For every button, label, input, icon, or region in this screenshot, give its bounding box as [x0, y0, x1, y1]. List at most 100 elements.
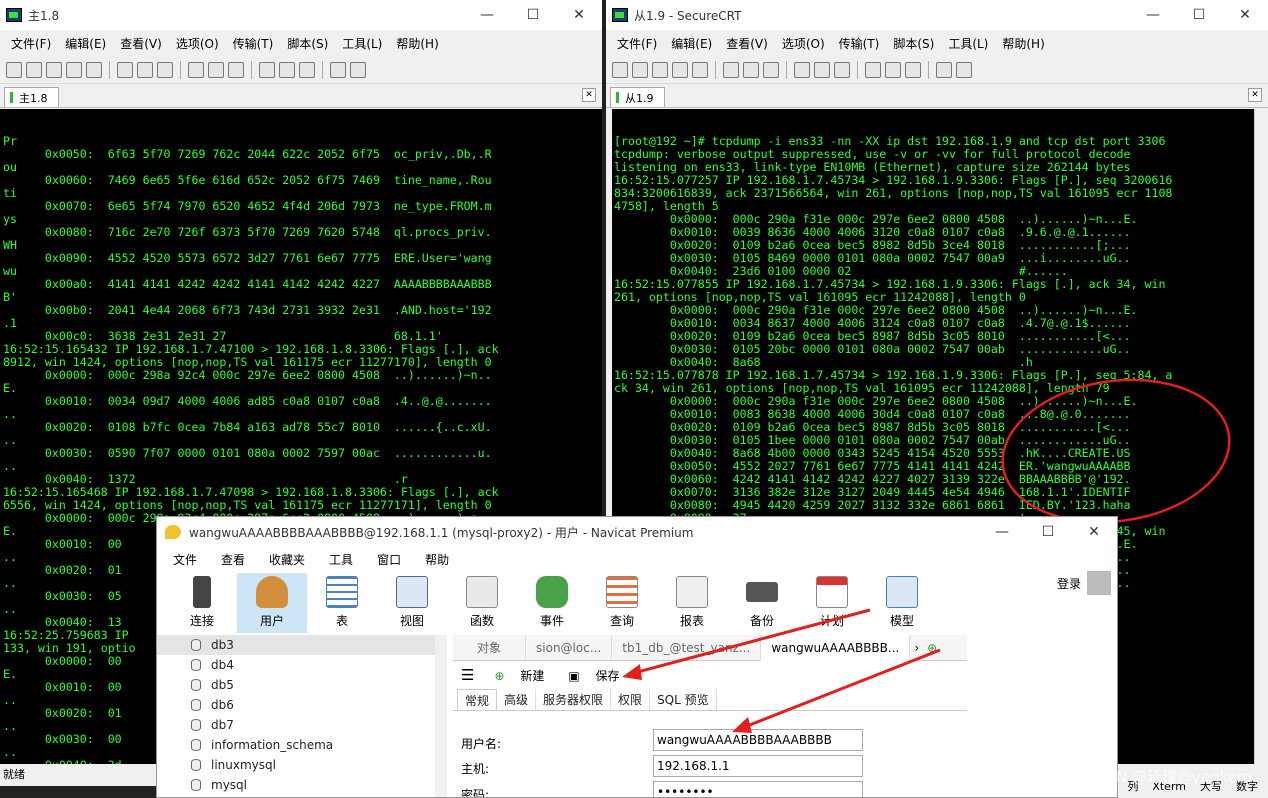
db-item[interactable]: db6 [157, 695, 446, 715]
find-icon[interactable] [763, 61, 779, 78]
help-icon[interactable] [936, 61, 952, 78]
tab-slave[interactable]: 从1.9 [610, 87, 665, 107]
tab-privileges[interactable]: 权限 [611, 689, 651, 710]
menu-help[interactable]: 帮助(H) [995, 35, 1051, 52]
tab-objects[interactable]: 对象 [453, 634, 527, 661]
close-button[interactable]: ✕ [1222, 7, 1268, 23]
quick-connect-icon[interactable] [632, 61, 648, 78]
menu-script[interactable]: 脚本(S) [886, 35, 941, 52]
menu-transfer[interactable]: 传输(T) [226, 35, 281, 52]
ribbon-model[interactable]: 模型 [867, 573, 937, 633]
toolbar-options-icon[interactable] [350, 61, 366, 78]
print-icon[interactable] [208, 61, 224, 78]
menu-options[interactable]: 选项(O) [169, 35, 226, 52]
db-item[interactable]: information_schema [157, 735, 446, 755]
ribbon-table[interactable]: 表 [307, 573, 377, 633]
global-options-icon[interactable] [279, 61, 295, 78]
host-field[interactable]: 192.168.1.1 [653, 755, 863, 777]
tab-advanced[interactable]: 高级 [497, 689, 537, 710]
close-button[interactable]: ✕ [1071, 524, 1117, 540]
session-icon[interactable] [46, 61, 62, 78]
tab-close-icon[interactable]: ✕ [582, 88, 596, 102]
menu-edit[interactable]: 编辑(E) [58, 35, 113, 52]
nav-menu-view[interactable]: 查看 [209, 551, 257, 568]
db-item[interactable]: mysql [157, 775, 446, 795]
minimize-button[interactable]: — [979, 524, 1025, 540]
printer-icon[interactable] [228, 61, 244, 78]
keymap-icon[interactable] [299, 61, 315, 78]
global-options-icon[interactable] [885, 61, 901, 78]
copy-icon[interactable] [117, 61, 133, 78]
help-icon[interactable] [330, 61, 346, 78]
nav-menu-window[interactable]: 窗口 [365, 551, 413, 568]
settings-icon[interactable] [865, 61, 881, 78]
tab-close-icon[interactable]: ✕ [1248, 88, 1262, 102]
session-icon[interactable] [652, 61, 668, 78]
menu-tools[interactable]: 工具(L) [941, 35, 995, 52]
copy-icon[interactable] [723, 61, 739, 78]
connect-icon[interactable] [6, 61, 22, 78]
menu-help[interactable]: 帮助(H) [389, 35, 445, 52]
disconnect-icon[interactable] [86, 61, 102, 78]
nav-menu-help[interactable]: 帮助 [413, 551, 461, 568]
hamburger-icon[interactable]: ☰ [461, 666, 474, 684]
db-item[interactable]: db5 [157, 675, 446, 695]
right-scrollbar[interactable] [1254, 109, 1268, 764]
disconnect-icon[interactable] [692, 61, 708, 78]
paste-icon[interactable] [743, 61, 759, 78]
close-button[interactable]: ✕ [556, 7, 602, 23]
menu-options[interactable]: 选项(O) [775, 35, 832, 52]
minimize-button[interactable]: — [1130, 7, 1176, 23]
paste-icon[interactable] [137, 61, 153, 78]
ribbon-backup[interactable]: 备份 [727, 573, 797, 633]
login-area[interactable]: 登录 [1057, 571, 1111, 595]
connect-icon[interactable] [612, 61, 628, 78]
minimize-button[interactable]: — [464, 7, 510, 23]
printer-icon[interactable] [834, 61, 850, 78]
nav-menu-file[interactable]: 文件 [161, 551, 209, 568]
tab-server-privileges[interactable]: 服务器权限 [536, 689, 612, 710]
ribbon-report[interactable]: 报表 [657, 573, 727, 633]
username-field[interactable]: wangwuAAAABBBBAAABBBB [653, 729, 863, 751]
reconnect-icon[interactable] [66, 61, 82, 78]
db-item[interactable]: linuxmysql [157, 755, 446, 775]
menu-view[interactable]: 查看(V) [719, 35, 775, 52]
menu-transfer[interactable]: 传输(T) [832, 35, 887, 52]
find-icon[interactable] [157, 61, 173, 78]
save-button[interactable]: ▣ 保存 [568, 667, 631, 684]
tab-table[interactable]: tb1_db_@test_yanz... [612, 634, 762, 661]
ribbon-event[interactable]: 事件 [517, 573, 587, 633]
quick-connect-icon[interactable] [26, 61, 42, 78]
ribbon-view[interactable]: 视图 [377, 573, 447, 633]
menu-tools[interactable]: 工具(L) [335, 35, 389, 52]
ribbon-query[interactable]: 查询 [587, 573, 657, 633]
menu-edit[interactable]: 编辑(E) [664, 35, 719, 52]
menu-file[interactable]: 文件(F) [610, 35, 664, 52]
new-button[interactable]: ⊕ 新建 [494, 667, 556, 684]
print-setup-icon[interactable] [794, 61, 810, 78]
settings-icon[interactable] [259, 61, 275, 78]
menu-file[interactable]: 文件(F) [4, 35, 58, 52]
tab-user-editor[interactable]: wangwuAAAABBBB... [761, 634, 911, 661]
password-field[interactable]: •••••••• [653, 781, 863, 797]
nav-menu-favorites[interactable]: 收藏夹 [257, 551, 317, 568]
tab-session[interactable]: sion@loc... [526, 634, 613, 661]
keymap-icon[interactable] [905, 61, 921, 78]
tab-general[interactable]: 常规 [457, 689, 498, 710]
print-icon[interactable] [814, 61, 830, 78]
ribbon-user[interactable]: 用户 [237, 573, 307, 633]
db-item[interactable]: db7 [157, 715, 446, 735]
db-item[interactable]: db4 [157, 655, 446, 675]
toolbar-options-icon[interactable] [956, 61, 972, 78]
nav-menu-tools[interactable]: 工具 [317, 551, 365, 568]
maximize-button[interactable]: ☐ [1176, 7, 1222, 23]
print-setup-icon[interactable] [188, 61, 204, 78]
reconnect-icon[interactable] [672, 61, 688, 78]
menu-view[interactable]: 查看(V) [113, 35, 169, 52]
chevron-right-icon[interactable]: › [910, 641, 923, 655]
tab-master[interactable]: 主1.8 [4, 87, 59, 107]
tab-sql-preview[interactable]: SQL 预览 [650, 689, 717, 710]
tree-scrollbar[interactable] [435, 635, 447, 797]
add-tab-icon[interactable]: ⊕ [923, 641, 941, 655]
db-item[interactable]: db3 [157, 635, 446, 655]
